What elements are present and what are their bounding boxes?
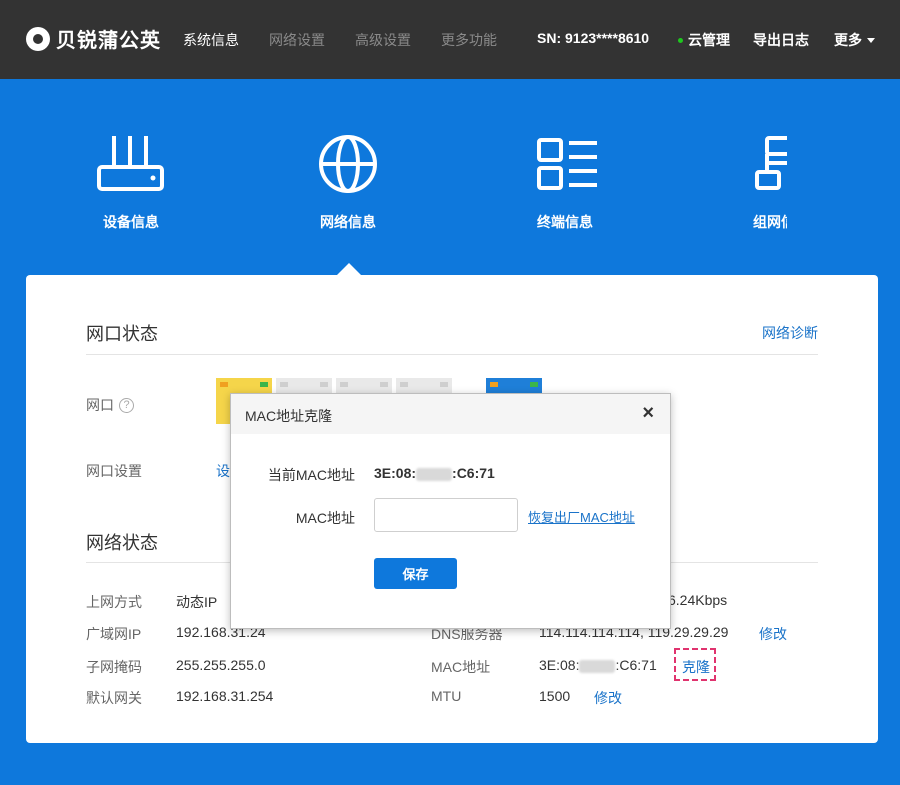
router-icon <box>97 136 164 191</box>
mac-address-suffix: :C6:71 <box>615 657 657 673</box>
list-grid-icon <box>537 138 597 190</box>
nav-network-settings[interactable]: 网络设置 <box>269 30 325 50</box>
export-log-link[interactable]: 导出日志 <box>753 30 809 50</box>
current-mac-label: 当前MAC地址 <box>267 467 355 483</box>
current-mac-suffix: :C6:71 <box>452 465 495 481</box>
current-mac-prefix: 3E:08: <box>374 465 417 481</box>
more-menu[interactable]: 更多 <box>834 30 875 50</box>
cloud-management-label: 云管理 <box>688 32 730 48</box>
mac-address-input[interactable] <box>374 498 518 532</box>
divider <box>86 354 818 355</box>
connection-type-label: 上网方式 <box>86 594 142 610</box>
current-mac-redacted <box>416 467 453 481</box>
network-diagnose-link[interactable]: 网络诊断 <box>762 323 818 343</box>
brand-name: 贝锐蒲公英 <box>56 30 161 52</box>
nav-more-features[interactable]: 更多功能 <box>441 30 497 50</box>
mac-address-prefix: 3E:08: <box>539 657 580 673</box>
port-label: 网口? <box>86 395 134 415</box>
help-icon[interactable]: ? <box>119 397 134 413</box>
subnet-mask-value: 255.255.255.0 <box>176 657 266 673</box>
serial-number: SN: 9123****8610 <box>537 30 650 46</box>
mac-address-label: MAC地址 <box>431 659 491 675</box>
mac-redacted <box>579 659 616 673</box>
default-gateway-value: 192.168.31.254 <box>176 688 274 704</box>
chevron-down-icon <box>867 37 875 43</box>
active-tab-pointer <box>337 263 361 275</box>
mtu-label: MTU <box>431 688 462 704</box>
dns-edit-link[interactable]: 修改 <box>759 624 787 644</box>
mac-field-label: MAC地址 <box>295 510 355 526</box>
cloud-management-link[interactable]: 云管理 <box>678 30 730 50</box>
current-mac-value: 3E:08: :C6:71 <box>374 465 495 481</box>
category-networking-info-label: 组网信 <box>753 214 787 230</box>
nav-system-info[interactable]: 系统信息 <box>183 30 239 50</box>
globe-icon <box>319 135 377 193</box>
network-status-title: 网络状态 <box>86 533 158 553</box>
dialog-header: MAC地址克隆 × <box>231 394 670 434</box>
subnet-mask-label: 子网掩码 <box>86 659 142 675</box>
speed-value: 6.24Kbps <box>668 592 728 608</box>
port-setting-label: 网口设置 <box>86 463 142 479</box>
more-menu-label: 更多 <box>834 32 862 48</box>
brand-logo[interactable]: 贝锐蒲公英 <box>26 24 161 53</box>
top-nav-bar: 贝锐蒲公英 系统信息 网络设置 高级设置 更多功能 SN: 9123****86… <box>0 0 900 79</box>
mac-clone-dialog: MAC地址克隆 × 当前MAC地址 3E:08: :C6:71 MAC地址 恢复出… <box>230 393 671 629</box>
close-icon[interactable]: × <box>642 402 654 425</box>
logo-icon <box>26 26 50 51</box>
network-topology-icon <box>755 136 787 190</box>
mac-address-value: 3E:08: :C6:71 <box>539 657 657 673</box>
mtu-value: 1500 <box>539 688 571 704</box>
port-status-title: 网口状态 <box>86 324 158 344</box>
category-terminal-info-label: 终端信息 <box>537 214 593 230</box>
online-status-dot <box>678 37 683 43</box>
connection-type-value: 动态IP <box>176 594 218 610</box>
category-device-info-label: 设备信息 <box>103 214 159 230</box>
nav-advanced-settings[interactable]: 高级设置 <box>355 30 411 50</box>
mtu-edit-link[interactable]: 修改 <box>594 688 622 708</box>
save-button[interactable]: 保存 <box>374 558 457 589</box>
port-label-text: 网口 <box>86 397 114 413</box>
restore-factory-mac-link[interactable]: 恢复出厂MAC地址 <box>528 507 635 526</box>
default-gateway-label: 默认网关 <box>86 690 142 706</box>
mac-clone-link[interactable]: 克隆 <box>682 657 710 677</box>
dialog-title: MAC地址克隆 <box>245 408 333 424</box>
wan-ip-label: 广域网IP <box>86 626 142 642</box>
category-network-info-label: 网络信息 <box>320 214 376 230</box>
port-setting-link[interactable]: 设 <box>216 461 230 481</box>
